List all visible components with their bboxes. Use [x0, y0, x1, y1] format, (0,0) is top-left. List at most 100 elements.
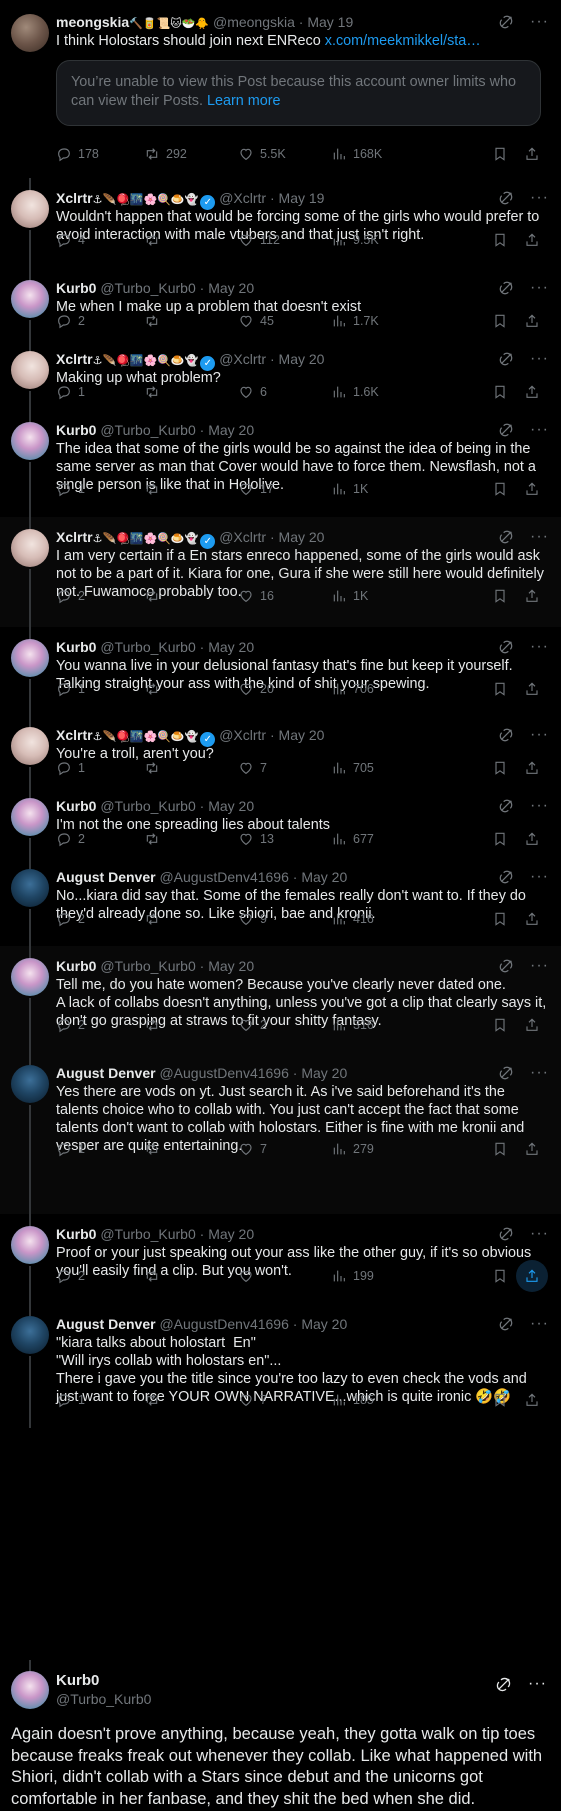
author-name[interactable]: Xclrtr: [56, 190, 93, 206]
share-button[interactable]: [524, 1015, 540, 1035]
tweet-reply[interactable]: August Denver @AugustDenv41696 · May 20 …: [0, 1304, 561, 1428]
author-name[interactable]: August Denver: [56, 869, 156, 885]
author-handle[interactable]: @Turbo_Kurb0: [100, 639, 195, 655]
more-icon[interactable]: ···: [530, 351, 549, 367]
more-icon[interactable]: ···: [530, 1065, 549, 1081]
like-button[interactable]: 20: [238, 679, 274, 699]
author-handle[interactable]: @Xclrtr: [219, 190, 266, 206]
views-button[interactable]: 9.5K: [331, 230, 379, 250]
share-button[interactable]: [524, 1390, 540, 1410]
views-button[interactable]: 416: [331, 909, 374, 929]
author-name[interactable]: Xclrtr: [56, 727, 93, 743]
reply-button[interactable]: 2: [56, 586, 85, 606]
repost-button[interactable]: [144, 1390, 166, 1410]
share-button[interactable]: [524, 230, 540, 250]
grok-icon[interactable]: [498, 1316, 514, 1332]
more-icon[interactable]: ···: [530, 422, 549, 438]
share-button[interactable]: [524, 679, 540, 699]
tweet-reply[interactable]: Xclrtr⚓🪶🪀🌃🌸🍭🍮👻 ✓ @Xclrtr · May 20 ··· You…: [0, 715, 561, 786]
avatar[interactable]: [11, 14, 49, 52]
like-button[interactable]: 9: [238, 909, 267, 929]
repost-button[interactable]: [144, 1266, 166, 1286]
avatar[interactable]: [11, 1065, 49, 1103]
tweet-date[interactable]: · May 20: [200, 280, 254, 296]
learn-more-link[interactable]: Learn more: [207, 93, 281, 109]
tweet-date[interactable]: · May 20: [200, 798, 254, 814]
avatar[interactable]: [11, 1671, 49, 1709]
bookmark-button[interactable]: [492, 586, 508, 606]
repost-button[interactable]: [144, 909, 166, 929]
grok-icon[interactable]: [498, 351, 514, 367]
like-button[interactable]: 13: [238, 829, 274, 849]
like-button[interactable]: 6: [238, 382, 267, 402]
like-button[interactable]: 17: [238, 479, 274, 499]
grok-icon[interactable]: [498, 280, 514, 296]
bookmark-button[interactable]: [492, 1139, 508, 1159]
author-handle[interactable]: @Xclrtr: [219, 727, 266, 743]
views-button[interactable]: 1K: [331, 586, 368, 606]
views-button[interactable]: 706: [331, 679, 374, 699]
like-button[interactable]: 7: [238, 758, 267, 778]
bookmark-button[interactable]: [492, 909, 508, 929]
tweet-reply[interactable]: Kurb0 @Turbo_Kurb0 · May 20 ··· The idea…: [0, 410, 561, 517]
grok-icon[interactable]: [498, 869, 514, 885]
author-name[interactable]: Xclrtr: [56, 351, 93, 367]
avatar[interactable]: [11, 958, 49, 996]
repost-button[interactable]: [144, 479, 166, 499]
more-icon[interactable]: ···: [530, 14, 549, 30]
more-icon[interactable]: ···: [530, 1316, 549, 1332]
bookmark-button[interactable]: [492, 230, 508, 250]
tweet-meongskia[interactable]: meongskia🔨🥫📜🐱🥗🐥 @meongskia · May 19 ··· …: [0, 0, 561, 178]
more-icon[interactable]: ···: [530, 727, 549, 743]
tweet-date[interactable]: · May 20: [293, 1065, 347, 1081]
tweet-date[interactable]: · May 20: [270, 727, 324, 743]
author-handle[interactable]: @Turbo_Kurb0: [100, 798, 195, 814]
avatar[interactable]: [11, 422, 49, 460]
avatar[interactable]: [11, 1316, 49, 1354]
like-button[interactable]: 2: [238, 1015, 267, 1035]
tweet-date[interactable]: · May 20: [270, 529, 324, 545]
avatar[interactable]: [11, 869, 49, 907]
reply-button[interactable]: 1: [56, 679, 85, 699]
tweet-reply[interactable]: Xclrtr⚓🪶🪀🌃🌸🍭🍮👻 ✓ @Xclrtr · May 19 ··· Wou…: [0, 178, 561, 268]
author-name[interactable]: Kurb0: [56, 639, 96, 655]
reply-button[interactable]: 2: [56, 311, 85, 331]
author-name[interactable]: meongskia: [56, 14, 129, 30]
share-button[interactable]: [524, 758, 540, 778]
reply-button[interactable]: 2: [56, 829, 85, 849]
grok-icon[interactable]: [498, 1226, 514, 1242]
repost-button[interactable]: [144, 829, 166, 849]
more-icon[interactable]: ···: [530, 529, 549, 545]
tweet-reply[interactable]: Kurb0 @Turbo_Kurb0 · May 20 ··· Proof or…: [0, 1214, 561, 1304]
views-button[interactable]: 1K: [331, 479, 368, 499]
like-button[interactable]: 7: [238, 1139, 267, 1159]
bookmark-button[interactable]: [492, 479, 508, 499]
share-button[interactable]: [524, 909, 540, 929]
tweet-reply[interactable]: Kurb0 @Turbo_Kurb0 · May 20 ··· I'm not …: [0, 786, 561, 857]
bookmark-button[interactable]: [492, 144, 508, 164]
more-icon[interactable]: ···: [530, 639, 549, 655]
reply-button[interactable]: 2: [56, 1015, 85, 1035]
tweet-reply[interactable]: Kurb0 @Turbo_Kurb0 · May 20 ··· Tell me,…: [0, 946, 561, 1053]
reply-button[interactable]: 2: [56, 909, 85, 929]
grok-icon[interactable]: [498, 727, 514, 743]
tweet-date[interactable]: · May 20: [200, 1226, 254, 1242]
tweet-date[interactable]: · May 20: [200, 958, 254, 974]
grok-icon[interactable]: [498, 529, 514, 545]
views-button[interactable]: 185: [331, 1390, 374, 1410]
author-name[interactable]: Kurb0: [56, 280, 96, 296]
bookmark-button[interactable]: [492, 1266, 508, 1286]
reply-button[interactable]: 1: [56, 1139, 85, 1159]
views-button[interactable]: 1.6K: [331, 382, 379, 402]
avatar[interactable]: [11, 529, 49, 567]
like-button[interactable]: 112: [238, 230, 280, 250]
author-handle[interactable]: @Turbo_Kurb0: [100, 1226, 195, 1242]
bookmark-button[interactable]: [492, 311, 508, 331]
author-name[interactable]: Kurb0: [56, 798, 96, 814]
like-button[interactable]: 16: [238, 586, 274, 606]
repost-button[interactable]: [144, 586, 166, 606]
tweet-link[interactable]: x.com/meekmikkel/sta…: [325, 33, 481, 49]
grok-icon[interactable]: [498, 422, 514, 438]
views-button[interactable]: 279: [331, 1139, 374, 1159]
author-name[interactable]: Kurb0: [56, 1226, 96, 1242]
